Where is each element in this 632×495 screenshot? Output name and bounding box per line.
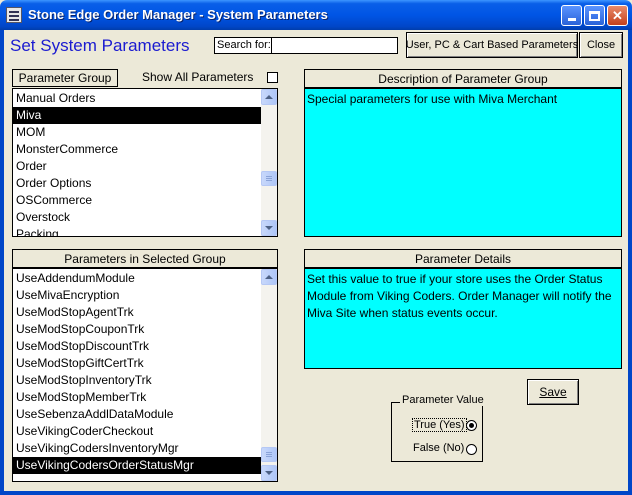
parameter-group-list[interactable]: Manual Orders Miva MOM MonsterCommerce Order… [12, 88, 278, 237]
maximize-button[interactable] [584, 5, 605, 26]
parameter-list-item[interactable]: UseModStopInventoryTrk [13, 372, 262, 389]
group-list-item[interactable]: Miva [13, 107, 262, 124]
scroll-down-button[interactable] [261, 465, 277, 481]
parameter-list-item[interactable]: UseModStopMemberTrk [13, 389, 262, 406]
chevron-up-icon [265, 275, 273, 279]
parameter-list-item[interactable]: UseVikingCoderCheckout [13, 423, 262, 440]
scroll-thumb[interactable] [261, 171, 277, 186]
false-option-label[interactable]: False (No) [413, 442, 464, 454]
parameters-list[interactable]: UseAddendumModule UseMivaEncryption UseMod… [12, 268, 278, 482]
parameter-list-item[interactable]: UseVikingCodersInventoryMgr [13, 440, 262, 457]
minimize-icon [567, 18, 576, 21]
parameter-details-header: Parameter Details [304, 249, 622, 268]
parameter-group-header: Parameter Group [12, 69, 118, 87]
parameter-value-legend: Parameter Value [400, 394, 486, 406]
parameter-list-item[interactable]: UseModStopCouponTrk [13, 321, 262, 338]
chevron-up-icon [265, 95, 273, 99]
false-radio[interactable] [466, 444, 477, 455]
user-pc-cart-parameters-button[interactable]: User, PC & Cart Based Parameters [406, 32, 578, 58]
window-frame-right [628, 30, 632, 495]
scroll-up-button[interactable] [261, 269, 277, 285]
title-bar: Stone Edge Order Manager - System Parame… [0, 0, 632, 30]
search-label: Search for: [214, 37, 274, 54]
group-list-item[interactable]: Order [13, 158, 262, 175]
page-title: Set System Parameters [10, 36, 190, 55]
group-list-scrollbar[interactable] [261, 89, 277, 236]
close-icon: ✕ [612, 8, 623, 23]
minimize-button[interactable] [561, 5, 582, 26]
chevron-down-icon [265, 471, 273, 475]
app-icon[interactable] [6, 7, 22, 23]
maximize-icon [589, 10, 600, 21]
parameter-details-text: Set this value to true if your store use… [304, 268, 622, 369]
group-list-item[interactable]: Overstock [13, 209, 262, 226]
parameter-list-item[interactable]: UseSebenzaAddlDataModule [13, 406, 262, 423]
close-button[interactable]: Close [579, 32, 623, 58]
close-window-button[interactable]: ✕ [607, 5, 628, 26]
parameter-list-item[interactable]: UseVikingCodersOrderStatusMgr [13, 457, 262, 474]
true-radio[interactable] [466, 420, 477, 431]
scroll-down-button[interactable] [261, 220, 277, 236]
window-frame-bottom [0, 491, 632, 495]
scroll-thumb[interactable] [261, 447, 277, 462]
group-list-item[interactable]: MOM [13, 124, 262, 141]
description-header: Description of Parameter Group [304, 69, 622, 88]
parameter-list-item[interactable]: UseModStopGiftCertTrk [13, 355, 262, 372]
search-input[interactable] [271, 37, 398, 54]
group-list-item[interactable]: Order Options [13, 175, 262, 192]
parameters-in-group-header: Parameters in Selected Group [12, 249, 278, 268]
window-title: Stone Edge Order Manager - System Parame… [28, 7, 328, 22]
parameters-list-scrollbar[interactable] [261, 269, 277, 481]
show-all-parameters-checkbox[interactable] [267, 72, 278, 83]
chevron-down-icon [265, 226, 273, 230]
true-option-label[interactable]: True (Yes) [412, 418, 467, 432]
group-list-item[interactable]: OSCommerce [13, 192, 262, 209]
parameter-list-item[interactable]: UseModStopAgentTrk [13, 304, 262, 321]
group-list-item[interactable]: MonsterCommerce [13, 141, 262, 158]
description-text: Special parameters for use with Miva Mer… [304, 88, 622, 237]
parameter-list-item[interactable]: UseModStopDiscountTrk [13, 338, 262, 355]
save-button-label: Save [539, 385, 567, 399]
window-frame-left [0, 30, 4, 495]
save-button[interactable]: Save [527, 379, 579, 405]
parameter-list-item[interactable]: UseAddendumModule [13, 270, 262, 287]
show-all-parameters-label: Show All Parameters [142, 70, 254, 84]
parameter-list-item[interactable]: UseMivaEncryption [13, 287, 262, 304]
scroll-up-button[interactable] [261, 89, 277, 105]
group-list-item[interactable]: Manual Orders [13, 90, 262, 107]
group-list-item[interactable]: Packing [13, 226, 262, 236]
